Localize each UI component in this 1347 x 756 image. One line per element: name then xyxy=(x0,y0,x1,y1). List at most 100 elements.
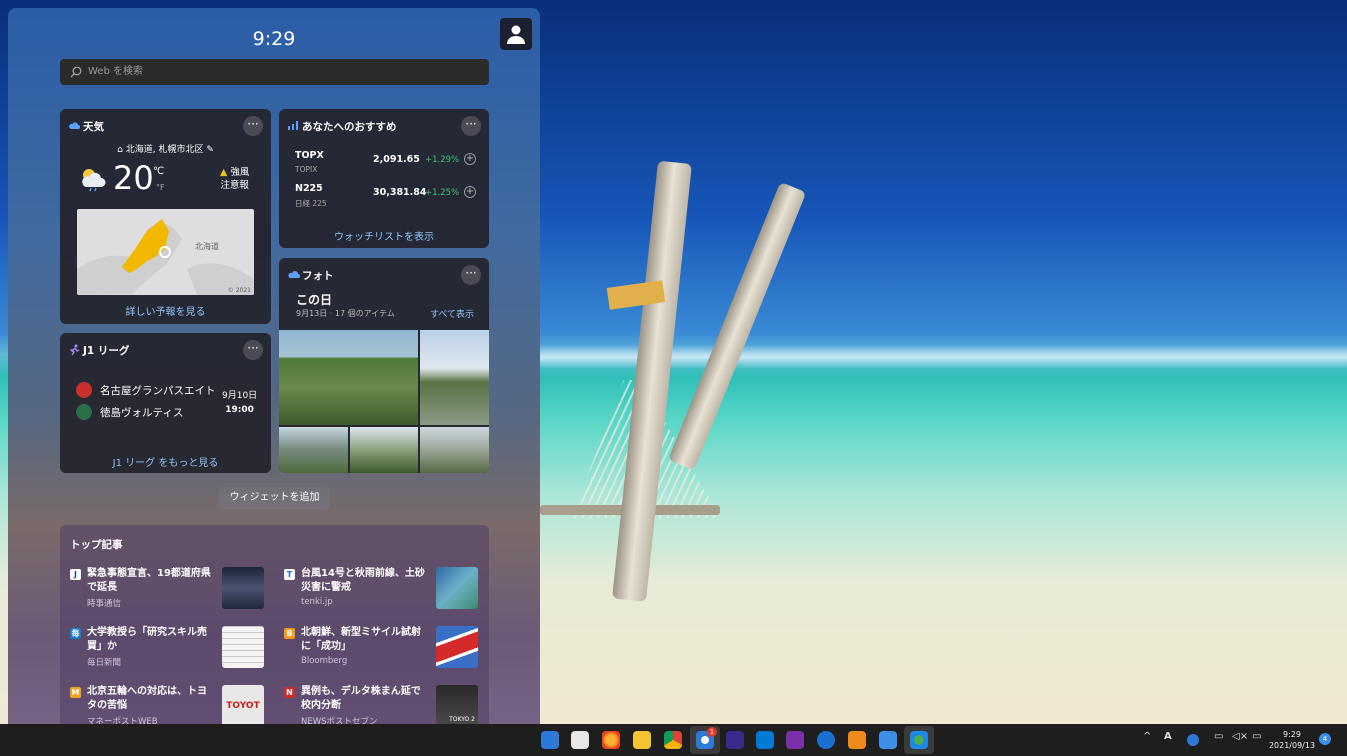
chrome-icon[interactable] xyxy=(664,731,682,749)
stock-row[interactable]: TOPX TOPIX 2,091.65 +1.29% + xyxy=(295,150,480,178)
weather-widget[interactable]: 天気 ··· ⌂ 北海道, 札幌市北区 ✎ 20 ℃ °F ▲ 強風 注意報 北… xyxy=(60,109,271,324)
on-this-day-heading: この日 xyxy=(296,293,333,307)
app-icon[interactable] xyxy=(726,731,744,749)
match-time: 19:00 xyxy=(225,405,254,415)
network-icon[interactable]: ▭ xyxy=(1214,731,1223,742)
news-thumbnail: TOKYO 2 xyxy=(436,685,478,727)
notepad-icon[interactable] xyxy=(571,731,589,749)
weather-more-button[interactable]: ··· xyxy=(243,116,263,136)
weather-map[interactable]: 北海道 © 2021 xyxy=(77,209,254,295)
home-team-name: 名古屋グランパスエイト xyxy=(100,385,216,397)
stock-symbol: N225 xyxy=(295,183,323,194)
photo-thumbnail[interactable] xyxy=(350,427,418,473)
edit-icon: ✎ xyxy=(203,145,214,155)
search-icon xyxy=(70,66,82,78)
weather-location[interactable]: ⌂ 北海道, 札幌市北区 ✎ xyxy=(60,142,271,155)
notes-icon[interactable] xyxy=(879,731,897,749)
stocks-widget[interactable]: あなたへのおすすめ ··· TOPX TOPIX 2,091.65 +1.29%… xyxy=(279,109,489,248)
j1-title: J1 リーグ xyxy=(83,345,130,357)
watchlist-link[interactable]: ウォッチリストを表示 xyxy=(279,228,489,243)
user-icon xyxy=(507,25,525,44)
add-to-watchlist-icon[interactable]: + xyxy=(464,153,476,165)
photo-thumbnail[interactable] xyxy=(420,427,489,473)
match-datetime: 9月10日 19:00 xyxy=(222,389,257,417)
battery-icon[interactable]: ▭ xyxy=(1252,731,1261,742)
add-widget-button[interactable]: ウィジェットを追加 xyxy=(219,487,330,509)
j1-more-link[interactable]: J1 リーグ をもっと見る xyxy=(60,454,271,469)
news-thumbnail xyxy=(436,567,478,609)
ime-indicator[interactable]: A xyxy=(1164,731,1172,742)
stock-price: 30,381.84 xyxy=(373,187,427,198)
away-team-name: 徳島ヴォルティス xyxy=(100,407,184,419)
onedrive-tray-icon[interactable] xyxy=(1187,734,1199,746)
news-thumbnail xyxy=(222,567,264,609)
news-item[interactable]: J 緊急事態宣言、19都道府県で延長 時事通信 xyxy=(70,567,280,615)
news-source: 毎日新聞 xyxy=(87,658,122,668)
unit-fahrenheit[interactable]: °F xyxy=(156,183,165,192)
top-stories-heading: トップ記事 xyxy=(70,539,123,551)
onenote-icon[interactable] xyxy=(786,731,804,749)
wooden-post xyxy=(668,181,807,471)
moneypost-logo-icon: M xyxy=(70,687,81,698)
add-to-watchlist-icon[interactable]: + xyxy=(464,186,476,198)
location-label: 北海道, 札幌市北区 xyxy=(125,145,204,155)
hokkaido-map-shape xyxy=(77,219,254,295)
unit-celsius[interactable]: ℃ xyxy=(153,166,164,177)
onedrive-cloud-icon xyxy=(288,271,300,278)
file-explorer-icon[interactable] xyxy=(633,731,651,749)
mainichi-logo-icon: 毎 xyxy=(70,628,81,639)
volume-muted-icon[interactable]: ◁× xyxy=(1232,731,1248,742)
partly-cloudy-rain-icon xyxy=(82,169,106,192)
newspostseven-logo-icon: N xyxy=(284,687,295,698)
stocks-more-button[interactable]: ··· xyxy=(461,116,481,136)
xampp-icon[interactable] xyxy=(848,731,866,749)
web-search-input[interactable]: Web を検索 xyxy=(60,59,489,85)
stock-change: +1.25% xyxy=(425,188,460,198)
notification-count-badge[interactable]: 4 xyxy=(1319,733,1331,745)
photos-widget[interactable]: フォト ··· この日 9月13日 · 17 個のアイテム すべて表示 xyxy=(279,258,489,473)
widgets-app-icon[interactable] xyxy=(541,731,559,749)
photo-thumbnail[interactable] xyxy=(420,330,489,425)
grampus-crest-icon xyxy=(76,382,92,398)
chevron-up-icon[interactable]: ^ xyxy=(1143,731,1151,742)
forecast-link[interactable]: 詳しい予報を見る xyxy=(60,303,271,318)
maps-icon[interactable] xyxy=(817,731,835,749)
news-title: 緊急事態宣言、19都道府県で延長 xyxy=(87,568,211,593)
firefox-icon[interactable] xyxy=(602,731,620,749)
stock-chart-icon xyxy=(288,121,298,130)
profile-button[interactable] xyxy=(500,18,532,50)
news-title: 北京五輪への対応は、トヨタの苦悩 xyxy=(87,686,207,711)
taskbar-date: 2021/09/13 xyxy=(1268,741,1316,750)
j1-more-button[interactable]: ··· xyxy=(243,340,263,360)
weather-title: 天気 xyxy=(83,121,104,133)
news-item[interactable]: B 北朝鮮、新型ミサイル試射に「成功」 Bloomberg xyxy=(284,626,494,674)
taskbar-time: 9:29 xyxy=(1283,730,1301,739)
news-source: 時事通信 xyxy=(87,599,122,609)
globe-app-icon[interactable] xyxy=(910,731,928,749)
match-date: 9月10日 xyxy=(222,391,258,401)
jiji-logo-icon: J xyxy=(70,569,81,580)
weather-alert[interactable]: ▲ 強風 注意報 xyxy=(220,166,249,192)
stock-name: TOPIX xyxy=(295,165,318,174)
map-copyright: © 2021 xyxy=(227,287,251,294)
alert-line2: 注意報 xyxy=(220,180,249,191)
stock-row[interactable]: N225 日経 225 30,381.84 +1.25% + xyxy=(295,183,480,211)
stock-name: 日経 225 xyxy=(295,199,327,208)
news-item[interactable]: 毎 大学教授ら「研究スキル売買」か 毎日新聞 xyxy=(70,626,280,674)
news-thumbnail xyxy=(436,626,478,668)
j1-league-widget[interactable]: J1 リーグ ··· 名古屋グランパスエイト 徳島ヴォルティス 9月10日 19… xyxy=(60,333,271,473)
taskbar-clock[interactable]: 9:29 2021/09/13 xyxy=(1268,729,1316,751)
see-all-link[interactable]: すべて表示 xyxy=(430,307,474,320)
widgets-panel: 9:29 Web を検索 天気 ··· ⌂ 北海道, 札幌市北区 ✎ 20 ℃ … xyxy=(8,8,540,748)
search-placeholder: Web を検索 xyxy=(88,66,143,77)
tenki-logo-icon: T xyxy=(284,569,295,580)
news-source: tenki.jp xyxy=(301,597,333,607)
vscode-icon[interactable] xyxy=(756,731,774,749)
news-thumbnail xyxy=(222,626,264,668)
news-item[interactable]: T 台風14号と秋雨前線、土砂災害に警戒 tenki.jp xyxy=(284,567,494,615)
photo-thumbnail[interactable] xyxy=(279,427,348,473)
photo-thumbnail[interactable] xyxy=(279,330,418,425)
news-title: 北朝鮮、新型ミサイル試射に「成功」 xyxy=(301,627,421,652)
panel-clock: 9:29 xyxy=(252,28,296,50)
photos-more-button[interactable]: ··· xyxy=(461,265,481,285)
